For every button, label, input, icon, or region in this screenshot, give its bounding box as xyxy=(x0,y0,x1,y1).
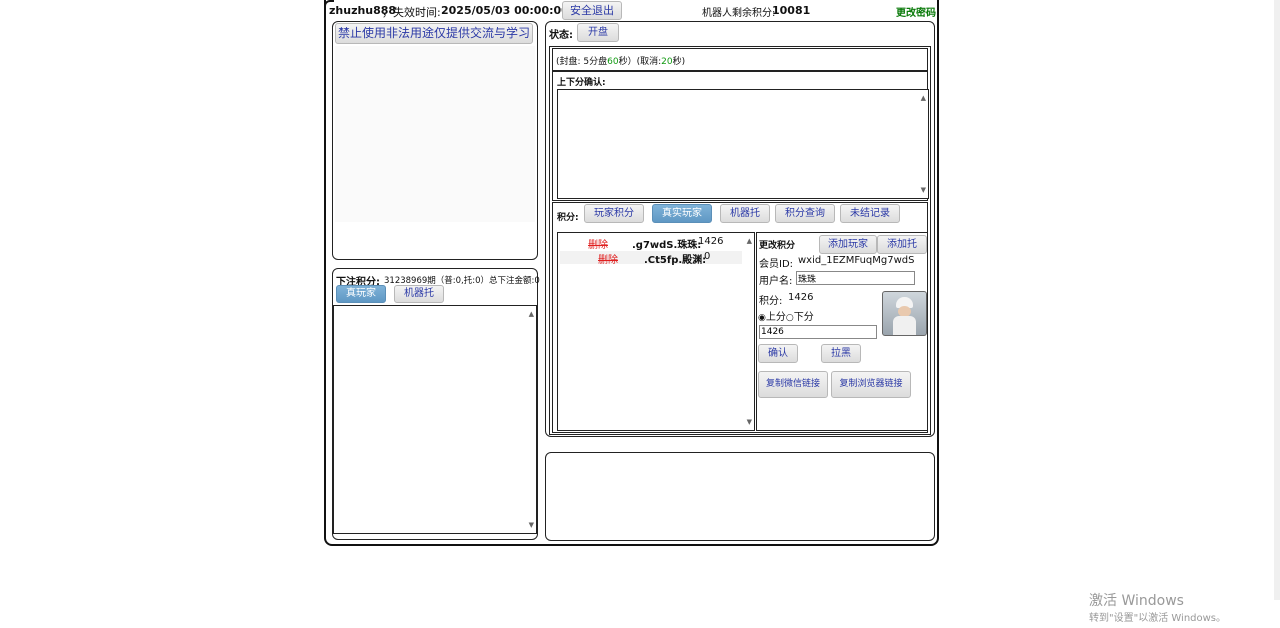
radio-up-label[interactable]: 上分 xyxy=(766,312,786,323)
player-points: 0 xyxy=(704,251,711,262)
notice-panel: 禁止使用非法用途仅提供交流与学习 xyxy=(332,21,538,260)
log-panel xyxy=(545,452,935,541)
radio-down-label[interactable]: 下分 xyxy=(794,312,814,323)
username-input[interactable] xyxy=(796,271,915,285)
amount-input[interactable] xyxy=(759,325,877,339)
open-market-button[interactable]: 开盘 xyxy=(577,23,619,42)
bet-panel: 下注积分: 31238969期（普:0,托:0）总下注金额:0 真玩家 机器托 … xyxy=(332,268,540,540)
confirm-section: 上下分确认: ▲ ▼ xyxy=(552,71,929,201)
player-name: .Ct5fp.殿渊: xyxy=(644,255,707,266)
tab-player-points[interactable]: 玩家积分 xyxy=(584,204,644,223)
scroll-up-icon[interactable]: ▲ xyxy=(529,310,534,318)
control-panel: 状态: 开盘 (封盘: 5分盘60秒）(取消:20秒) 上下分确认: ▲ ▼ 积… xyxy=(545,21,935,437)
confirm-textarea[interactable]: ▲ ▼ xyxy=(557,89,929,199)
points-section: 积分: 玩家积分 真实玩家 机器托 积分查询 未结记录 删除 .g7wdS.珠珠… xyxy=(552,202,928,433)
status-label: 状态: xyxy=(549,30,573,41)
logout-button[interactable]: 安全退出 xyxy=(562,1,622,20)
member-id-label: 会员ID: xyxy=(759,259,794,270)
points-value: 1426 xyxy=(788,292,814,303)
scroll-up-icon[interactable]: ▲ xyxy=(747,237,752,245)
list-item: 删除 .Ct5fp.殿渊: 0 xyxy=(560,251,742,266)
watermark-title: 激活 Windows xyxy=(1089,593,1184,609)
notice-button[interactable]: 禁止使用非法用途仅提供交流与学习 xyxy=(335,23,533,44)
confirm-label: 上下分确认: xyxy=(557,78,606,88)
tab-real-players[interactable]: 真实玩家 xyxy=(652,204,712,223)
sealing-row: (封盘: 5分盘60秒）(取消:20秒) xyxy=(552,48,928,71)
tab-points-query[interactable]: 积分查询 xyxy=(775,204,835,223)
delete-link[interactable]: 删除 xyxy=(598,251,618,266)
bet-tab-real-player[interactable]: 真玩家 xyxy=(336,285,386,303)
tab-robot[interactable]: 机器托 xyxy=(720,204,770,223)
delete-link[interactable]: 删除 xyxy=(588,236,608,251)
points-label: 积分: xyxy=(557,213,579,223)
confirm-button[interactable]: 确认 xyxy=(758,344,798,363)
header-expire-label: ，失效时间: xyxy=(382,6,441,19)
scroll-down-icon[interactable]: ▼ xyxy=(529,521,534,529)
edit-panel: 更改积分 添加玩家 添加托 会员ID: wxid_1EZMFuqMg7wdS 用… xyxy=(756,232,928,431)
page-scrollbar[interactable] xyxy=(1274,0,1280,600)
player-list: 删除 .g7wdS.珠珠: 1426 删除 .Ct5fp.殿渊: 0 ▲ ▼ xyxy=(557,232,755,431)
tab-unsettled-records[interactable]: 未结记录 xyxy=(840,204,900,223)
scroll-up-icon[interactable]: ▲ xyxy=(921,94,926,102)
radio-up-icon[interactable]: ◉ xyxy=(758,313,766,323)
bet-tab-robot[interactable]: 机器托 xyxy=(394,285,444,303)
robot-points-label: 机器人剩余积分: xyxy=(702,8,776,19)
list-item: 删除 .g7wdS.珠珠: 1426 xyxy=(560,236,742,251)
radio-down-icon[interactable]: ○ xyxy=(786,313,794,323)
change-password-link[interactable]: 更改密码 xyxy=(896,4,936,19)
header-expire-value: 2025/05/03 00:00:00 xyxy=(441,4,569,17)
member-id-value: wxid_1EZMFuqMg7wdS xyxy=(798,255,915,266)
sealing-text: (封盘: 5分盘60秒）(取消:20秒) xyxy=(556,57,686,67)
add-bot-button[interactable]: 添加托 xyxy=(877,235,927,254)
radio-group: ◉上分○下分 xyxy=(758,308,814,323)
points-label: 积分: xyxy=(759,296,783,307)
avatar xyxy=(882,291,927,336)
player-name: .g7wdS.珠珠: xyxy=(632,240,702,251)
notice-content-area xyxy=(335,46,535,222)
bet-textarea[interactable]: ▲ ▼ xyxy=(333,305,537,534)
scroll-down-icon[interactable]: ▼ xyxy=(747,418,752,426)
copy-browser-link-button[interactable]: 复制浏览器链接 xyxy=(831,371,911,398)
edit-title: 更改积分 xyxy=(759,241,796,251)
watermark-subtitle: 转到"设置"以激活 Windows。 xyxy=(1089,613,1227,624)
username-label: 用户名: xyxy=(759,276,793,287)
player-points: 1426 xyxy=(698,236,724,247)
block-button[interactable]: 拉黑 xyxy=(821,344,861,363)
add-player-button[interactable]: 添加玩家 xyxy=(819,235,877,254)
inner-container: (封盘: 5分盘60秒）(取消:20秒) 上下分确认: ▲ ▼ 积分: 玩家积分… xyxy=(549,46,931,435)
scroll-down-icon[interactable]: ▼ xyxy=(921,186,926,194)
robot-points-value: 10081 xyxy=(772,4,811,17)
copy-wechat-link-button[interactable]: 复制微信链接 xyxy=(758,371,828,398)
